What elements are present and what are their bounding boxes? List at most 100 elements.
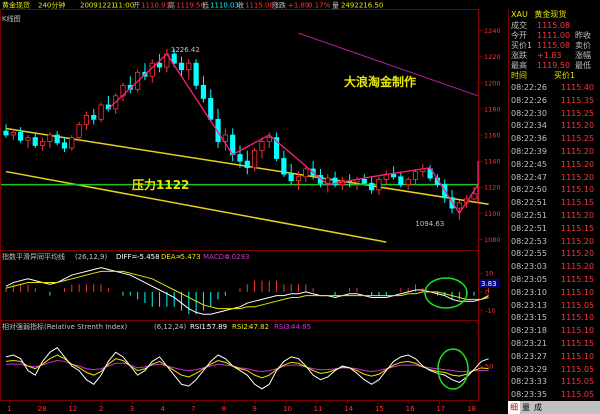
date-label: 14	[344, 405, 353, 413]
candle-body	[456, 202, 462, 209]
trade-header-price: 买价1	[554, 71, 576, 80]
candle-body	[405, 178, 411, 186]
trade-time: 08:22:53	[511, 236, 547, 246]
quote-panel: XAU 黄金现货 成交 1115.08 今开 1111.00 昨收 买价1 1115.08 卖…	[508, 9, 600, 402]
header-high-label: 高	[168, 1, 175, 10]
side-tab[interactable]: 量	[520, 401, 532, 414]
trade-row: 08:22:26 1115.40	[509, 82, 600, 94]
trade-price: 1115.15	[561, 223, 595, 233]
header-low-label: 低	[202, 1, 209, 10]
trade-price: 1115.10	[561, 287, 595, 297]
candle-body	[288, 173, 294, 182]
trade-time: 08:23:05	[511, 275, 547, 284]
trade-time: 08:22:47	[511, 172, 547, 182]
rsi-title: 相对强弱指标(Relative Strenth Index)	[2, 322, 128, 331]
candle-body	[10, 131, 16, 136]
macd-title: 指数平滑异同平均线	[2, 252, 65, 261]
trade-time: 08:23:03	[511, 262, 547, 272]
candle-body	[266, 137, 272, 142]
trade-header-time: 时间	[511, 71, 527, 80]
main-panel-label: K线图	[2, 14, 21, 23]
candle-body	[61, 142, 68, 149]
candle-body	[208, 98, 214, 120]
header-change: +1.89	[288, 2, 309, 10]
candle-body	[252, 150, 258, 169]
header-pct: 0.17%	[308, 2, 331, 10]
candle-body	[32, 137, 38, 146]
candle-body	[156, 62, 163, 68]
side-tab[interactable]: 成	[532, 401, 544, 414]
resistance-annotation: 压力1122	[132, 177, 189, 192]
trade-row: 08:22:51 1115.15	[509, 223, 600, 235]
trade-time: 08:22:51	[511, 211, 547, 220]
trade-time: 08:23:10	[511, 287, 547, 297]
candle-body	[237, 154, 243, 162]
rsi1-label: RSI1:	[190, 323, 208, 331]
header-change-label: 涨跌	[272, 1, 286, 10]
price-label: 1080	[484, 236, 501, 244]
candle-body	[412, 171, 419, 180]
trade-price: 1115.15	[561, 339, 595, 348]
date-label: 18	[467, 405, 476, 413]
quote-name: 黄金现货	[534, 10, 567, 19]
macd-value: 0.0293	[225, 253, 250, 261]
trade-row: 08:23:27 1115.10	[509, 351, 600, 363]
macd-axis: 100-10	[479, 270, 496, 315]
trade-time: 08:22:45	[511, 159, 547, 169]
trade-price: 1115.05	[561, 377, 595, 387]
header-low: 1110.03	[210, 2, 239, 10]
trade-time: 08:23:27	[511, 351, 547, 361]
trade-time: 08:22:30	[511, 108, 547, 118]
trade-row: 08:22:26 1115.35	[509, 95, 600, 107]
header-close-label: 收	[237, 1, 244, 10]
rsi3-label: RSI3:	[274, 323, 292, 331]
low-price-annotation: 1094.63	[415, 220, 444, 228]
price-label: 1180	[484, 105, 501, 113]
trade-row: 08:23:10 1115.10	[509, 287, 600, 299]
date-label: 17	[436, 405, 445, 413]
candle-body	[39, 141, 46, 146]
trade-price: 1115.20	[561, 211, 595, 220]
date-label: 1	[7, 405, 11, 413]
candle-body	[91, 115, 97, 120]
trade-row: 08:22:50 1115.10	[509, 184, 600, 196]
trade-price: 1115.20	[561, 121, 595, 131]
trade-row: 08:22:51 1115.15	[509, 197, 600, 209]
candle-body	[295, 176, 302, 182]
header-open-label: 开	[133, 2, 140, 10]
candle-body	[259, 141, 265, 152]
trade-time: 08:23:18	[511, 326, 547, 336]
trade-price: 1115.35	[561, 95, 595, 105]
trade-price: 1115.20	[561, 262, 595, 272]
date-label: 3	[130, 405, 134, 413]
date-label: 2	[99, 405, 103, 413]
rsi2-label: RSI2:	[232, 323, 250, 331]
trade-time: 08:23:15	[511, 313, 547, 323]
macd-value-box-text: 3.83	[481, 280, 497, 288]
credit-annotation: 大浪淘金制作	[344, 74, 416, 89]
price-label: 1120	[484, 184, 501, 192]
trade-price: 1115.15	[561, 275, 595, 284]
trade-price: 1115.20	[561, 236, 595, 246]
header-amount: 2492216.50	[341, 2, 383, 10]
instrument-name: 黄金现货	[2, 1, 30, 10]
trade-row: 08:23:13 1115.05	[509, 300, 600, 312]
price-label: 1160	[484, 132, 501, 140]
trade-row: 08:22:30 1115.25	[509, 108, 600, 120]
trade-time: 08:22:51	[511, 198, 547, 208]
rsi2-line	[5, 354, 489, 379]
candle-body	[369, 182, 375, 191]
trade-price: 1115.15	[561, 198, 595, 208]
macd-axis-label: -10	[485, 307, 496, 315]
date-label: 15	[375, 405, 384, 413]
trade-time: 08:22:34	[511, 121, 547, 131]
header-high: 1119.50	[176, 2, 205, 10]
date-label: 10	[283, 405, 292, 413]
trade-price: 1115.20	[561, 159, 595, 169]
trade-row: 08:22:53 1115.20	[509, 236, 600, 248]
side-tab[interactable]: 细	[508, 401, 520, 414]
trade-time: 08:22:26	[511, 95, 547, 105]
candle-body	[376, 178, 382, 191]
trade-row: 08:23:15 1115.10	[509, 312, 600, 324]
trade-row: 08:23:18 1115.10	[509, 325, 600, 337]
